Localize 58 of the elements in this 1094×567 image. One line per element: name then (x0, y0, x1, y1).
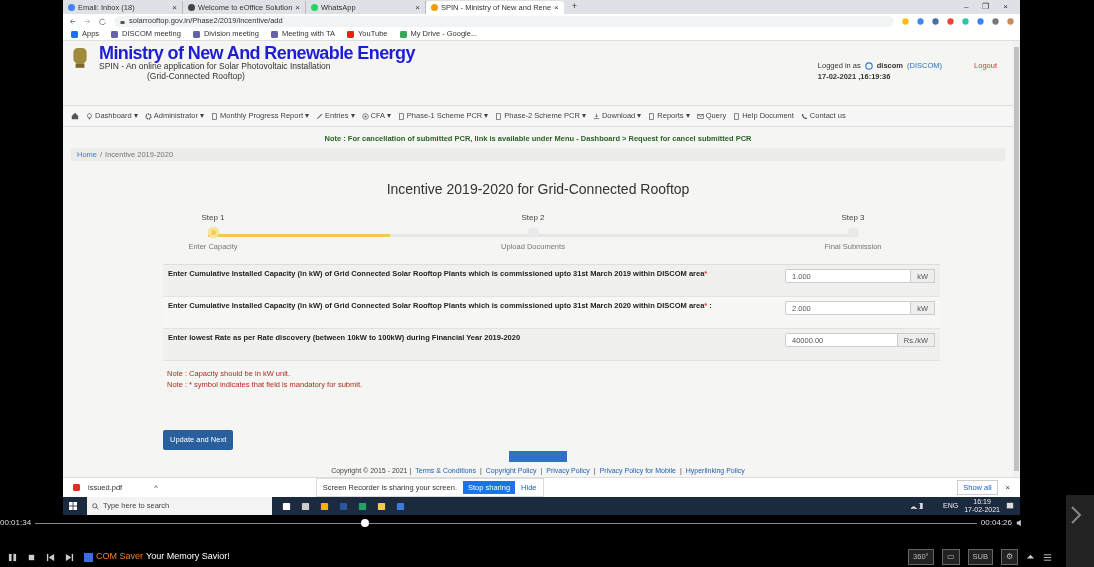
step-marker[interactable] (207, 227, 219, 239)
close-icon[interactable]: × (415, 1, 421, 14)
seek-handle[interactable] (360, 519, 369, 527)
reload-icon[interactable] (99, 17, 106, 25)
tab-favicon-icon (68, 4, 75, 11)
step-title: Step 1 (201, 212, 225, 225)
bookmark-icon (111, 30, 119, 38)
close-icon[interactable]: × (554, 1, 559, 14)
page-heading: Incentive 2019-2020 for Grid-Connected Rooftop (385, 180, 691, 200)
bookmark-icon (192, 30, 200, 38)
window-control[interactable]: – (963, 1, 969, 13)
window-control[interactable]: × (1003, 1, 1008, 13)
tab-favicon-icon (311, 4, 319, 11)
site-subtitle: SPIN - An online application for Solar Photovoltaic Installation (99, 62, 332, 72)
back-icon[interactable] (69, 17, 76, 25)
home-icon[interactable] (71, 112, 79, 120)
envelope-icon (696, 112, 704, 120)
phone-icon (800, 112, 808, 120)
new-tab-button[interactable]: + (563, 0, 585, 14)
ad-text: Your Memory Savior! (146, 550, 230, 564)
next-icon[interactable] (65, 552, 74, 562)
site-title: Ministry of New And Renewable Energy (99, 44, 415, 62)
total-time: 00:04:26 (980, 517, 1012, 529)
user-icon (864, 61, 873, 70)
target-icon (361, 112, 369, 120)
bookmark-icon (347, 30, 354, 38)
site-subtitle: (Grid-Connected Rooftop) (146, 71, 246, 82)
bookmark-icon (71, 30, 78, 38)
step-title: Step 3 (841, 212, 865, 225)
download-icon (592, 112, 600, 120)
volume-icon[interactable] (1016, 519, 1024, 527)
search-icon (92, 502, 99, 510)
bookmark-icon (270, 30, 278, 38)
lightbulb-icon (86, 112, 93, 120)
pencil-icon (316, 112, 324, 120)
pause-icon[interactable] (8, 552, 17, 562)
step-title: Step 2 (521, 212, 545, 225)
close-icon[interactable]: × (172, 1, 177, 14)
previous-icon[interactable] (46, 552, 55, 562)
stop-icon[interactable] (27, 552, 36, 562)
document-icon (211, 112, 219, 120)
elapsed-time: 00:01:34 (0, 517, 32, 529)
document-icon (397, 112, 405, 120)
document-icon (733, 112, 741, 120)
window-control[interactable]: ❐ (982, 1, 990, 13)
close-icon[interactable]: × (295, 1, 301, 14)
pdf-icon (73, 484, 80, 491)
bookmark-icon (399, 30, 407, 38)
lock-icon (120, 18, 125, 24)
settings-icon (144, 112, 152, 120)
document-icon (495, 112, 503, 120)
ad-brand: COM Saver (96, 550, 143, 564)
windows-start-icon[interactable] (69, 502, 77, 510)
scrollbar-thumb[interactable] (1014, 47, 1019, 471)
document-icon (648, 112, 656, 120)
tab-favicon-icon (431, 4, 439, 11)
tab-favicon-icon (188, 4, 195, 11)
menu-icon[interactable] (1043, 552, 1052, 562)
